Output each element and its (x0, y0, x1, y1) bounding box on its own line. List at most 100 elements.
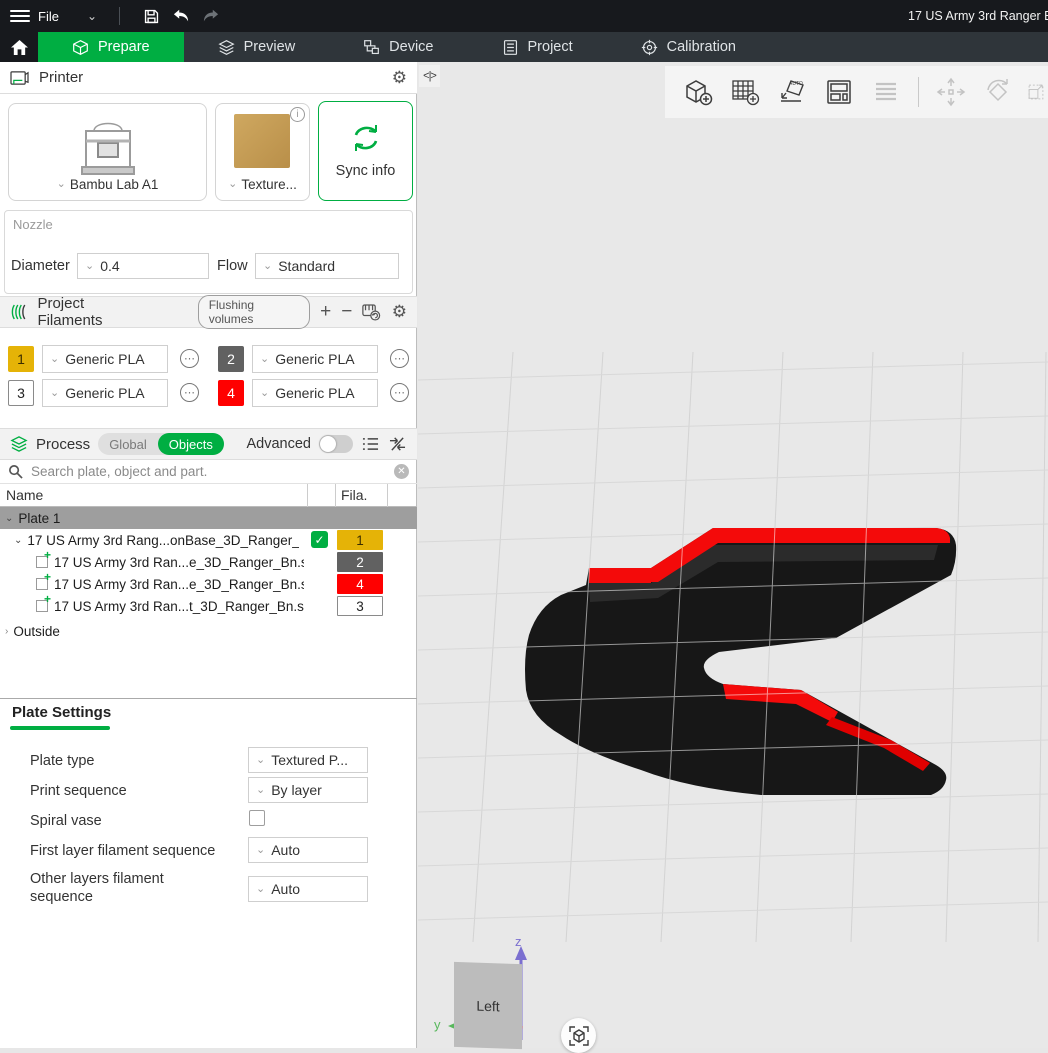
filament-2-swatch[interactable]: 2 (218, 346, 244, 372)
filament-2-select[interactable]: ⌄Generic PLA (252, 345, 378, 373)
tree-row-plate[interactable]: ⌄ Plate 1 (0, 507, 417, 529)
part-icon (36, 556, 48, 568)
filament-settings-gear-icon[interactable]: ⚙ (392, 302, 407, 322)
tree-row-part[interactable]: 17 US Army 3rd Ran...e_3D_Ranger_Bn.stl … (0, 573, 417, 595)
printer-section-title: Printer (39, 69, 83, 86)
spiral-vase-checkbox[interactable] (249, 810, 265, 826)
undo-button[interactable] (166, 3, 196, 29)
divider (119, 7, 120, 25)
auto-orient-button[interactable]: AUTO (773, 72, 811, 112)
first-layer-sequence-label: First layer filament sequence (30, 842, 240, 860)
sync-icon (349, 123, 383, 153)
filament-1-more-button[interactable]: ⋯ (180, 349, 199, 368)
clear-search-icon[interactable]: ✕ (394, 464, 409, 479)
advanced-label: Advanced (247, 436, 312, 452)
search-bar: ✕ (0, 459, 417, 484)
print-sequence-select[interactable]: ⌄By layer (248, 777, 368, 803)
other-layers-sequence-select[interactable]: ⌄Auto (248, 876, 368, 902)
arrange-button[interactable] (820, 72, 858, 112)
filament-4-select[interactable]: ⌄Generic PLA (252, 379, 378, 407)
flushing-volumes-button[interactable]: Flushing volumes (198, 295, 310, 329)
compare-settings-icon[interactable] (388, 436, 407, 452)
viewport-toolbar: AUTO (665, 66, 1048, 118)
flow-label: Flow (217, 258, 248, 274)
chevron-down-icon[interactable]: ⌄ (5, 513, 13, 524)
save-button[interactable] (136, 3, 166, 29)
filament-3-swatch[interactable]: 3 (8, 380, 34, 406)
chevron-down-icon[interactable]: ⌄ (14, 535, 22, 546)
filament-2-more-button[interactable]: ⋯ (390, 349, 409, 368)
tree-row-object[interactable]: ⌄ 17 US Army 3rd Rang...onBase_3D_Ranger… (0, 529, 417, 551)
flow-select[interactable]: ⌄ Standard (255, 253, 399, 279)
tree-row-part[interactable]: 17 US Army 3rd Ran...e_3D_Ranger_Bn.stl … (0, 551, 417, 573)
filament-4-swatch[interactable]: 4 (218, 380, 244, 406)
printer-name-dropdown[interactable]: ⌄ Bambu Lab A1 (57, 177, 159, 200)
scale-button[interactable] (1026, 72, 1046, 112)
axis-y-label: y (434, 1017, 441, 1032)
nav-cube[interactable]: Left (454, 962, 522, 1049)
redo-button[interactable] (196, 3, 226, 29)
document-title: 17 US Army 3rd Ranger Ba (908, 9, 1048, 23)
plate-name-dropdown[interactable]: ⌄ Texture... (228, 177, 297, 200)
sync-info-button[interactable]: Sync info (318, 101, 413, 201)
tab-project[interactable]: Project (468, 32, 607, 62)
add-model-button[interactable] (679, 72, 717, 112)
tab-calibration[interactable]: Calibration (607, 32, 770, 62)
move-button[interactable] (932, 72, 970, 112)
object-filament-badge[interactable]: 1 (337, 530, 383, 550)
info-icon[interactable]: i (290, 107, 305, 122)
remove-filament-button[interactable]: − (341, 301, 352, 323)
chevron-down-icon[interactable]: ⌄ (87, 9, 97, 23)
filament-3-select[interactable]: ⌄Generic PLA (42, 379, 168, 407)
viewport-3d[interactable]: <|> (418, 62, 1048, 1048)
object-list-header: Name Fila. (0, 484, 417, 507)
add-plate-button[interactable] (726, 72, 764, 112)
process-section-header: Process Global Objects Advanced (0, 428, 417, 460)
plate-type-select[interactable]: ⌄Textured P... (248, 747, 368, 773)
filament-1-swatch[interactable]: 1 (8, 346, 34, 372)
global-objects-toggle[interactable]: Global Objects (98, 433, 224, 455)
filament-3-more-button[interactable]: ⋯ (180, 383, 199, 402)
axis-z-label: z (515, 934, 522, 949)
add-filament-button[interactable]: + (320, 301, 331, 323)
toggle-objects[interactable]: Objects (158, 433, 224, 455)
search-input[interactable] (31, 464, 386, 479)
printer-image (72, 119, 144, 177)
advanced-switch[interactable] (319, 435, 353, 453)
nozzle-section-title: Nozzle (13, 217, 53, 232)
file-menu[interactable]: File (38, 9, 59, 24)
plate-select-card[interactable]: i ⌄ Texture... (215, 103, 310, 201)
toggle-global[interactable]: Global (98, 437, 158, 452)
part-filament-badge[interactable]: 3 (337, 596, 383, 616)
cube-view-icon (569, 1026, 589, 1046)
plate-image (234, 114, 290, 168)
filament-4-more-button[interactable]: ⋯ (390, 383, 409, 402)
chevron-right-icon[interactable]: › (5, 626, 8, 637)
tree-row-part[interactable]: 17 US Army 3rd Ran...t_3D_Ranger_Bn.stl … (0, 595, 417, 617)
part-icon (36, 578, 48, 590)
filament-1-select[interactable]: ⌄Generic PLA (42, 345, 168, 373)
part-filament-badge[interactable]: 4 (337, 574, 383, 594)
tab-preview[interactable]: Preview (184, 32, 330, 62)
process-section-title: Process (36, 436, 90, 453)
nozzle-diameter-select[interactable]: ⌄ 0.4 (77, 253, 209, 279)
printer-select-card[interactable]: ⌄ Bambu Lab A1 (8, 103, 207, 201)
tree-row-outside[interactable]: › Outside (0, 620, 417, 642)
ams-sync-icon[interactable] (362, 303, 381, 321)
tab-prepare[interactable]: Prepare (38, 32, 184, 62)
chevron-down-icon: ⌄ (57, 179, 66, 190)
printer-settings-gear-icon[interactable]: ⚙ (392, 68, 407, 88)
print-sequence-label: Print sequence (30, 782, 240, 800)
menu-icon[interactable] (10, 10, 30, 22)
parameter-list-icon[interactable] (361, 436, 380, 452)
filaments-section-title: Project Filaments (37, 295, 149, 329)
first-layer-sequence-select[interactable]: ⌄Auto (248, 837, 368, 863)
part-filament-badge[interactable]: 2 (337, 552, 383, 572)
filaments-section-header: Project Filaments Flushing volumes + − ⚙ (0, 296, 417, 328)
object-visibility-checkbox[interactable]: ✓ (311, 531, 328, 548)
split-layers-button[interactable] (867, 72, 905, 112)
rotate-button[interactable] (979, 72, 1017, 112)
tab-device[interactable]: Device (329, 32, 467, 62)
home-button[interactable] (0, 32, 38, 62)
printer-section-header: Printer ⚙ (0, 62, 417, 94)
